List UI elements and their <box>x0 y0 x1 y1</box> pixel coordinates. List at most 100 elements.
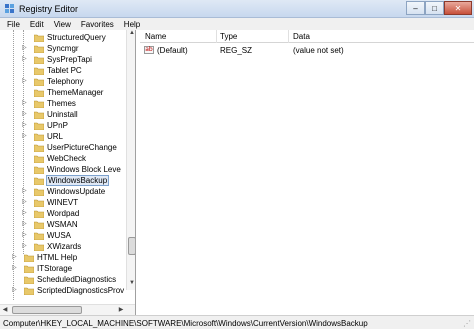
tree-item[interactable]: ▷ XWizards <box>0 241 126 252</box>
folder-icon <box>24 254 34 262</box>
tree-item[interactable]: WebCheck <box>0 153 126 164</box>
tree-item[interactable]: UserPictureChange <box>0 142 126 153</box>
expand-arrow-icon[interactable]: ▷ <box>22 111 28 117</box>
expand-arrow-icon[interactable]: ▷ <box>12 287 18 293</box>
tree-vertical-scrollbar[interactable]: ▲ ▼ <box>126 30 135 290</box>
scroll-thumb[interactable] <box>128 237 135 255</box>
tree-item[interactable]: ▷ Themes <box>0 98 126 109</box>
tree-item[interactable]: StructuredQuery <box>0 32 126 43</box>
folder-icon <box>24 287 34 295</box>
tree-item[interactable]: ▷ Wordpad <box>0 208 126 219</box>
tree-item[interactable]: ▷ HTML Help <box>0 252 126 263</box>
tree-item[interactable]: ▷ WUSA <box>0 230 126 241</box>
menu-bar: File Edit View Favorites Help <box>0 18 474 30</box>
tree-item-label: Telephony <box>47 77 84 86</box>
tree-item[interactable]: Windows Block Leve <box>0 164 126 175</box>
folder-icon <box>34 34 44 42</box>
tree-item-label: XWizards <box>47 242 82 251</box>
expand-arrow-icon[interactable]: ▷ <box>12 265 18 271</box>
tree-item-label: Uninstall <box>47 110 78 119</box>
tree-item-label: Windows Block Leve <box>47 165 121 174</box>
tree-item-label: Tablet PC <box>47 66 82 75</box>
tree-item[interactable]: ▷ Syncmgr <box>0 43 126 54</box>
tree-item-label: UserPictureChange <box>47 143 117 152</box>
tree-item[interactable]: Tablet PC <box>0 65 126 76</box>
tree-item[interactable]: ▷ ScriptedDiagnosticsProv <box>0 285 126 296</box>
tree-item-label: ScriptedDiagnosticsProv <box>37 286 125 295</box>
tree-item[interactable]: ThemeManager <box>0 87 126 98</box>
folder-icon <box>34 177 44 185</box>
menu-edit[interactable]: Edit <box>26 20 48 29</box>
expand-arrow-icon[interactable]: ▷ <box>22 78 28 84</box>
expand-arrow-icon[interactable]: ▷ <box>22 100 28 106</box>
tree-item[interactable]: ▷ URL <box>0 131 126 142</box>
tree-item-label: WINEVT <box>47 198 79 207</box>
status-bar: Computer\HKEY_LOCAL_MACHINE\SOFTWARE\Mic… <box>0 315 474 329</box>
column-name[interactable]: Name <box>145 32 166 43</box>
tree-item-label: SysPrepTapi <box>47 55 92 64</box>
close-button[interactable]: ✕ <box>444 1 472 15</box>
column-type[interactable]: Type <box>220 32 237 43</box>
column-data[interactable]: Data <box>293 32 310 43</box>
folder-icon <box>34 210 44 218</box>
tree-item[interactable]: ▷ UPnP <box>0 120 126 131</box>
tree-horizontal-scrollbar[interactable]: ◀ ▶ <box>0 304 135 315</box>
window-controls: – □ ✕ <box>406 1 472 15</box>
tree-item[interactable]: ScheduledDiagnostics <box>0 274 126 285</box>
scroll-left-arrow-icon[interactable]: ◀ <box>0 306 10 315</box>
expand-arrow-icon[interactable]: ▷ <box>22 199 28 205</box>
expand-arrow-icon[interactable]: ▷ <box>22 133 28 139</box>
folder-icon <box>24 276 34 284</box>
folder-icon <box>34 78 44 86</box>
tree-item[interactable]: ▷ WindowsUpdate <box>0 186 126 197</box>
expand-arrow-icon[interactable]: ▷ <box>12 254 18 260</box>
expand-arrow-icon[interactable]: ▷ <box>22 232 28 238</box>
folder-icon <box>34 243 44 251</box>
tree-item[interactable]: ▷ WINEVT <box>0 197 126 208</box>
column-divider[interactable] <box>288 30 289 43</box>
expand-arrow-icon[interactable]: ▷ <box>22 243 28 249</box>
folder-icon <box>34 122 44 130</box>
key-tree[interactable]: StructuredQuery ▷ Syncmgr ▷ SysPrepTapi Table… <box>0 30 136 315</box>
folder-icon <box>34 89 44 97</box>
expand-arrow-icon[interactable]: ▷ <box>22 56 28 62</box>
folder-icon <box>34 221 44 229</box>
tree-item-label: WindowsBackup <box>46 175 110 186</box>
title-bar: Registry Editor – □ ✕ <box>0 0 474 18</box>
horizontal-scroll-thumb[interactable] <box>12 306 82 314</box>
expand-arrow-icon[interactable]: ▷ <box>22 221 28 227</box>
value-data: (value not set) <box>293 46 344 55</box>
folder-icon <box>34 45 44 53</box>
tree-item[interactable]: WindowsBackup <box>0 175 126 186</box>
column-header: Name Type Data <box>140 30 474 43</box>
expand-arrow-icon[interactable]: ▷ <box>22 210 28 216</box>
value-name[interactable]: (Default) <box>157 46 188 55</box>
maximize-button[interactable]: □ <box>425 1 444 15</box>
column-divider[interactable] <box>216 30 217 43</box>
tree-item-label: URL <box>47 132 64 141</box>
tree-item[interactable]: ▷ Uninstall <box>0 109 126 120</box>
key-path: Computer\HKEY_LOCAL_MACHINE\SOFTWARE\Mic… <box>3 319 368 328</box>
table-row[interactable]: ab (Default) REG_SZ (value not set) <box>140 44 474 56</box>
menu-help[interactable]: Help <box>120 20 144 29</box>
scroll-right-arrow-icon[interactable]: ▶ <box>116 306 126 315</box>
menu-view[interactable]: View <box>50 20 75 29</box>
resize-grip-icon[interactable]: ⋰ <box>463 319 472 328</box>
tree-item[interactable]: ▷ Telephony <box>0 76 126 87</box>
folder-icon <box>34 144 44 152</box>
tree-item[interactable]: ▷ WSMAN <box>0 219 126 230</box>
tree-item[interactable]: ▷ ITStorage <box>0 263 126 274</box>
minimize-button[interactable]: – <box>406 1 425 15</box>
scroll-down-arrow-icon[interactable]: ▼ <box>127 280 135 290</box>
folder-icon <box>34 133 44 141</box>
value-type: REG_SZ <box>220 46 253 55</box>
expand-arrow-icon[interactable]: ▷ <box>22 45 28 51</box>
menu-file[interactable]: File <box>3 20 24 29</box>
tree-item-label: Wordpad <box>47 209 80 218</box>
expand-arrow-icon[interactable]: ▷ <box>22 122 28 128</box>
values-list[interactable]: Name Type Data ab (Default) REG_SZ (valu… <box>140 30 474 315</box>
scroll-up-arrow-icon[interactable]: ▲ <box>127 30 135 40</box>
expand-arrow-icon[interactable]: ▷ <box>22 188 28 194</box>
menu-favorites[interactable]: Favorites <box>77 20 118 29</box>
tree-item[interactable]: ▷ SysPrepTapi <box>0 54 126 65</box>
